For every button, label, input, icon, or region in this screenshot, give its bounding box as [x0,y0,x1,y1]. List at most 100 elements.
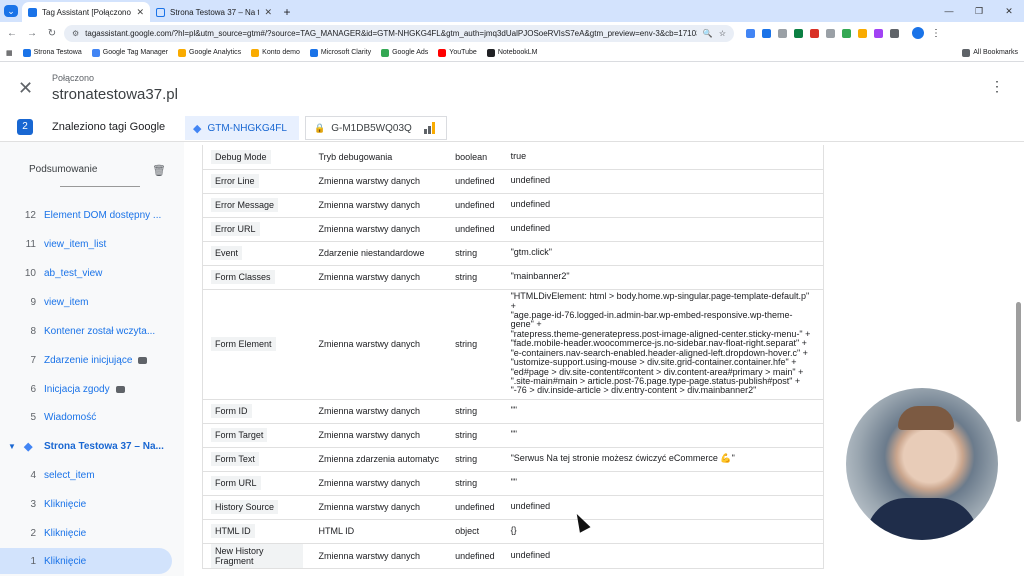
bookmark-google-ads[interactable]: Google Ads [381,48,428,57]
gtm-container-tab[interactable]: ◆ GTM-NHGKG4FL [185,116,299,140]
table-row: Form ID Zmienna warstwy danych string "" [202,399,824,424]
browser-tab-strona-testowa[interactable]: Strona Testowa 37 – Na tej stro ✕ [150,2,278,22]
extensions-puzzle-icon[interactable] [890,28,899,38]
url-bar[interactable]: ⚙ tagassistant.google.com/?hl=pl&utm_sou… [64,24,734,42]
extension-icon[interactable] [794,28,803,38]
variable-description: Zmienna zdarzenia automatyc [318,454,440,464]
bookmark-strona-testowa[interactable]: Strona Testowa [22,48,82,57]
close-tab-icon[interactable]: ✕ [136,7,144,18]
browser-menu-icon[interactable]: ⋮ [931,28,941,39]
extension-icon[interactable] [762,28,771,38]
variable-name-cell: Form Element [202,289,311,400]
sidebar-event-5[interactable]: 5 Wiadomość [0,404,184,430]
variable-description: Zmienna warstwy danych [318,550,421,561]
sidebar-event-6[interactable]: 6 Inicjacja zgody [0,376,184,402]
variable-description-cell: Zmienna warstwy danych [310,543,448,569]
bookmark-youtube[interactable]: YouTube [438,48,477,57]
sidebar-event-4[interactable]: 4 select_item [0,462,184,488]
profile-avatar[interactable] [912,27,924,39]
zoom-icon[interactable]: 🔍 [703,29,713,38]
tab-group-icon[interactable]: ⌄ [0,0,22,22]
all-bookmarks[interactable]: All Bookmarks [962,48,1018,57]
variable-description: Zmienna warstwy danych [318,339,421,349]
sidebar-event-12[interactable]: 12 Element DOM dostępny ... [0,202,184,228]
variable-description-cell: Zmienna warstwy danych [310,471,448,496]
variable-description-cell: Zmienna warstwy danych [310,193,448,218]
chevron-down-icon[interactable]: ▼ [0,442,24,451]
extension-icon[interactable] [874,28,883,38]
sidebar-event-11[interactable]: 11 view_item_list [0,231,184,257]
maximize-icon[interactable]: ❐ [964,0,994,22]
bookmark-konto-demo[interactable]: Konto demo [251,48,300,57]
extension-icon[interactable] [810,28,819,38]
close-icon[interactable]: ✕ [18,78,33,99]
variable-name: Form Element [211,337,276,351]
scrollbar[interactable] [1016,142,1022,576]
sidebar-event-3[interactable]: 3 Kliknięcie [0,491,184,517]
variable-description-cell: Zmienna warstwy danych [310,217,448,242]
bookmark-clarity[interactable]: Microsoft Clarity [309,48,371,57]
more-menu-icon[interactable]: ⋮ [990,78,1004,95]
sidebar-event-7[interactable]: 7 Zdarzenie inicjujące [0,347,184,373]
minimize-icon[interactable]: — [934,0,964,22]
variable-value-cell: undefined [502,543,824,569]
reload-icon[interactable]: ↻ [44,28,60,39]
variable-name-cell: Error Message [202,193,311,218]
bookmark-notebooklm[interactable]: NotebookLM [486,48,538,57]
sidebar-event-9[interactable]: 9 view_item [0,289,184,315]
window-close-icon[interactable]: ✕ [994,0,1024,22]
consent-badge-icon [115,385,125,393]
variable-type-cell: undefined [447,193,503,218]
ga-tag-tab[interactable]: 🔒 G-M1DB5WQ03Q [305,116,447,140]
sidebar-event-10[interactable]: 10 ab_test_view [0,260,184,286]
variable-name: Error Message [211,198,279,212]
variable-value: {} [510,525,517,536]
site-info-icon[interactable]: ⚙ [72,29,79,38]
variable-name-cell: Debug Mode [202,145,311,170]
bookmark-star-icon[interactable]: ☆ [719,29,726,38]
variable-value-cell: "HTMLDivElement: html > body.home.wp-sin… [502,289,824,400]
table-row: History Source Zmienna warstwy danych unde… [202,495,824,520]
summary-link[interactable]: Podsumowanie [29,164,97,175]
sidebar-event-8[interactable]: 8 Kontener został wczyta... [0,318,184,344]
sidebar-page-node[interactable]: ▼ ◆ Strona Testowa 37 – Na... [0,433,184,459]
variable-type-cell: boolean [447,145,503,170]
apps-grid-icon[interactable]: ▦ [6,49,13,57]
table-row: Error Message Zmienna warstwy danych undef… [202,193,824,218]
extension-icon[interactable] [858,28,867,38]
extension-icon[interactable] [826,28,835,38]
variable-type: undefined [455,502,495,512]
variable-description-cell: Zmienna warstwy danych [310,265,448,290]
bookmark-ga[interactable]: Google Analytics [178,48,241,57]
variable-description: HTML ID [318,526,355,536]
extension-icon[interactable] [842,28,851,38]
extension-icon[interactable] [778,28,787,38]
variable-type: string [455,248,478,258]
variable-type-cell: undefined [447,495,503,520]
variable-name-cell: Form Target [202,423,311,448]
variable-description: Zmienna warstwy danych [318,406,421,416]
variable-name: New History Fragment [211,543,303,568]
new-tab-button[interactable]: + [278,2,296,22]
variable-description-cell: HTML ID [310,519,448,544]
lock-icon: 🔒 [314,122,326,133]
url-text: tagassistant.google.com/?hl=pl&utm_sourc… [85,28,697,38]
variable-name: Error URL [211,222,260,236]
bookmark-gtm[interactable]: Google Tag Manager [91,48,168,57]
variable-value: undefined [510,175,551,186]
sidebar-event-2[interactable]: 2 Kliknięcie [0,520,184,546]
extension-icon[interactable] [746,28,755,38]
sidebar-event-1[interactable]: 1 Kliknięcie [0,548,172,574]
close-tab-icon[interactable]: ✕ [264,7,272,18]
trash-icon[interactable]: 🗑 [152,164,166,177]
variable-name: Form URL [211,476,261,490]
tab-title: Strona Testowa 37 – Na tej stro [170,7,260,17]
consent-badge-icon [138,356,148,364]
gtm-id: GTM-NHGKG4FL [207,122,287,134]
back-icon[interactable]: ← [4,28,20,39]
analytics-bars-icon [423,122,435,134]
forward-icon[interactable]: → [24,28,40,39]
variable-description-cell: Zmienna warstwy danych [310,495,448,520]
browser-tab-tag-assistant[interactable]: Tag Assistant [Połączono] ✕ [22,2,150,22]
variable-value: "mainbanner2" [510,271,570,282]
